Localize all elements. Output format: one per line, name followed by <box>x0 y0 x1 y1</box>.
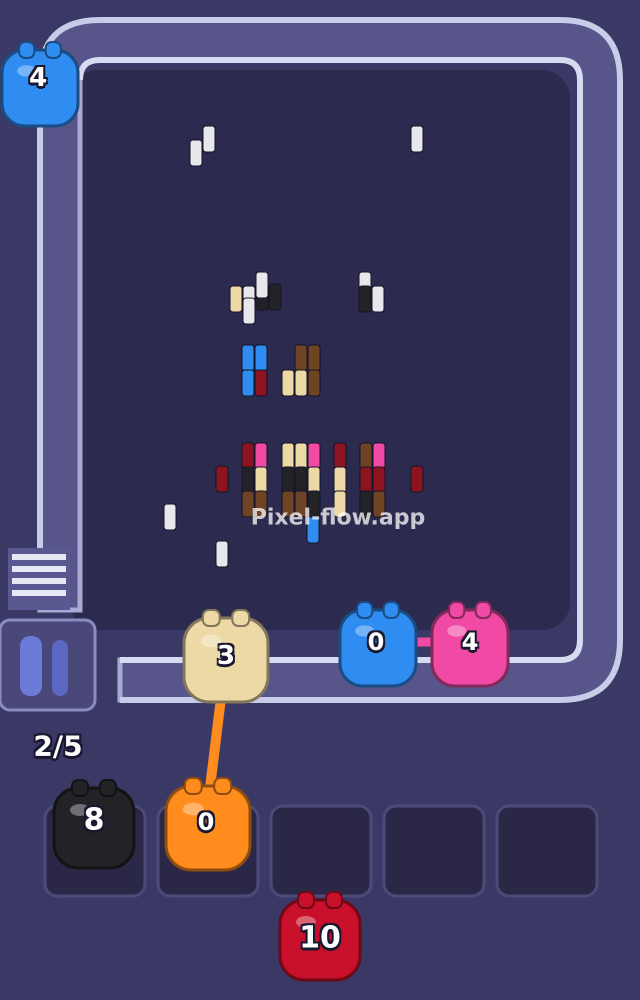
pixel-block-white <box>215 540 229 568</box>
pixel-block-brown <box>294 344 308 372</box>
black-shooter-slot-1-ear-right <box>99 779 117 797</box>
pixel-block-darkred <box>215 465 229 493</box>
blue-shooter-top-left-ear-left <box>18 41 36 59</box>
pixel-block-cream <box>281 442 295 470</box>
orange-shooter-slot-2-shine <box>182 802 204 816</box>
black-shooter-slot-1-body <box>52 786 136 870</box>
pixel-block-white <box>163 503 177 531</box>
pixel-block-black <box>268 283 282 311</box>
blue-shooter-top-left-shine <box>17 65 37 77</box>
pixel-block-white <box>371 285 385 313</box>
cream-shooter-on-belt-ear-right <box>231 609 251 627</box>
pixel-block-white <box>255 271 269 299</box>
red-shooter-next-ear-left <box>297 891 315 909</box>
orange-shooter-slot-2[interactable] <box>164 777 252 872</box>
pixel-block-blue <box>241 344 255 372</box>
black-shooter-slot-1-shine <box>70 804 90 816</box>
pixel-block-darkred <box>254 369 268 397</box>
pixel-block-cream <box>254 466 268 494</box>
red-shooter-next-body <box>278 898 362 982</box>
slot-3[interactable] <box>269 804 373 898</box>
blue-shooter-on-belt[interactable] <box>338 601 418 688</box>
belt-entry-ramp <box>8 548 70 610</box>
blue-shooter-top-left[interactable] <box>0 41 80 128</box>
slot-4[interactable] <box>382 804 486 898</box>
pixel-block-cream <box>333 466 347 494</box>
black-shooter-slot-1[interactable] <box>52 779 136 870</box>
watermark-center: Pixel-flow.app <box>250 505 426 531</box>
pixel-block-cream <box>229 285 243 313</box>
pixel-block-white <box>410 125 424 153</box>
black-shooter-slot-1-ear-left <box>71 779 89 797</box>
blue-shooter-on-belt-shine <box>355 625 375 637</box>
pixel-block-cream <box>294 442 308 470</box>
pixel-block-darkred <box>333 442 347 470</box>
pixel-block-brown <box>307 344 321 372</box>
pixel-block-white <box>202 125 216 153</box>
pixel-block-darkred <box>372 466 386 494</box>
pixel-block-black <box>241 466 255 494</box>
pixel-block-darkred <box>359 466 373 494</box>
game-board <box>0 0 640 1000</box>
pixel-block-brown <box>359 442 373 470</box>
pixel-block-pink <box>372 442 386 470</box>
orange-shooter-slot-2-ear-right <box>213 777 233 795</box>
pixel-block-cream <box>281 369 295 397</box>
red-shooter-next-shine <box>296 916 316 928</box>
pixel-block-black <box>294 466 308 494</box>
pixel-block-pink <box>254 442 268 470</box>
cream-shooter-on-belt-shine <box>200 634 222 648</box>
pink-shooter-on-belt[interactable] <box>430 601 510 688</box>
cream-shooter-on-belt[interactable] <box>182 609 270 704</box>
orange-shooter-slot-2-ear-left <box>183 777 203 795</box>
pixel-block-white <box>189 139 203 167</box>
pixel-block-black <box>281 466 295 494</box>
pixel-block-blue <box>254 344 268 372</box>
pixel-block-cream <box>294 369 308 397</box>
blue-shooter-on-belt-body <box>338 608 418 688</box>
pixel-block-darkred <box>410 465 424 493</box>
pixel-block-cream <box>307 466 321 494</box>
blue-shooter-top-left-ear-right <box>44 41 62 59</box>
cream-shooter-on-belt-body <box>182 616 270 704</box>
blue-shooter-on-belt-ear-left <box>356 601 374 619</box>
slot-5[interactable] <box>495 804 599 898</box>
pink-shooter-on-belt-ear-left <box>448 601 466 619</box>
red-shooter-next-ear-right <box>325 891 343 909</box>
cream-shooter-on-belt-ear-left <box>201 609 221 627</box>
blue-shooter-top-left-body <box>0 48 80 128</box>
queue-gate <box>0 618 97 712</box>
pixel-block-pink <box>307 442 321 470</box>
orange-shooter-slot-2-body <box>164 784 252 872</box>
pink-shooter-on-belt-shine <box>447 625 467 637</box>
pixel-block-blue <box>241 369 255 397</box>
pixel-block-brown <box>307 369 321 397</box>
pink-shooter-on-belt-ear-right <box>474 601 492 619</box>
blue-shooter-on-belt-ear-right <box>382 601 400 619</box>
pixel-block-black <box>358 285 372 313</box>
pixel-block-white <box>242 297 256 325</box>
red-shooter-next[interactable] <box>278 891 362 982</box>
pixel-block-darkred <box>241 442 255 470</box>
pink-shooter-on-belt-body <box>430 608 510 688</box>
